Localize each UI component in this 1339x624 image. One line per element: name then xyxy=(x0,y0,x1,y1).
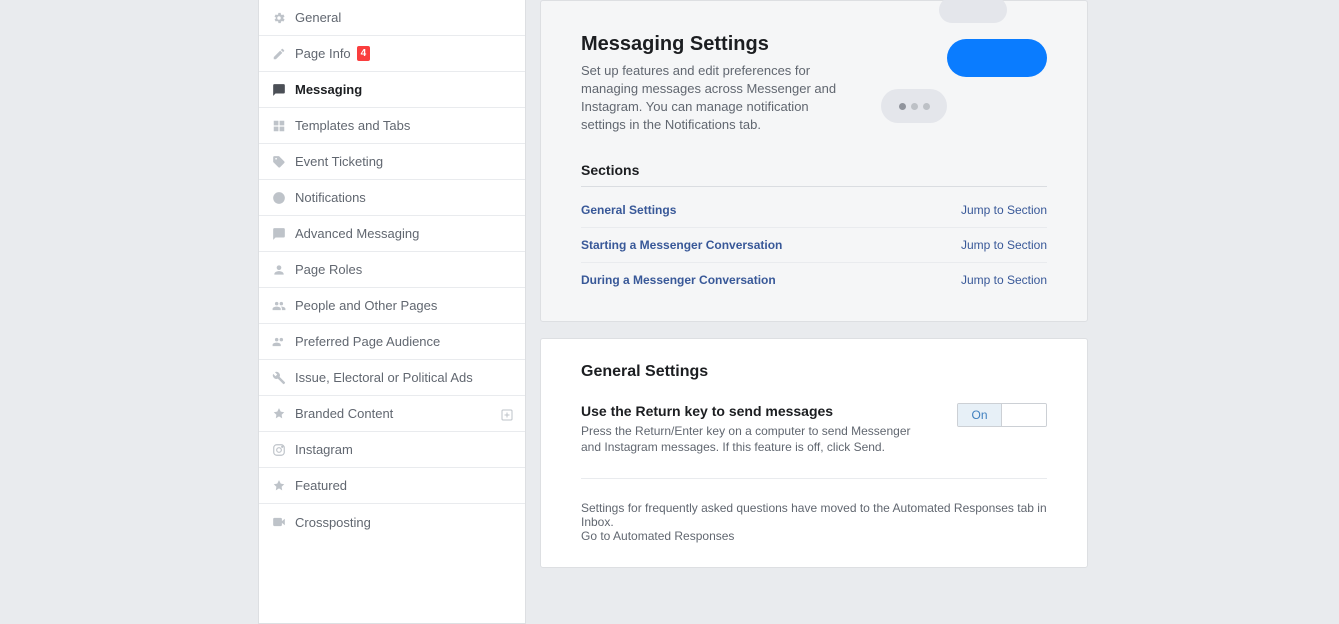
sidebar-item-political-ads[interactable]: Issue, Electoral or Political Ads xyxy=(259,360,525,396)
sidebar-item-featured[interactable]: Featured xyxy=(259,468,525,504)
grid-icon xyxy=(271,118,287,134)
toggle-on[interactable]: On xyxy=(958,404,1002,426)
sections-heading: Sections xyxy=(581,162,1047,187)
chat-icon xyxy=(271,82,287,98)
sidebar-item-messaging[interactable]: Messaging xyxy=(259,72,525,108)
sidebar-item-label: Page Info xyxy=(295,46,351,61)
jump-link[interactable]: Jump to Section xyxy=(961,238,1047,252)
faq-note-text: Settings for frequently asked questions … xyxy=(581,501,1047,529)
camera-icon xyxy=(271,514,287,530)
sidebar-item-label: Page Roles xyxy=(295,262,362,277)
sidebar-item-label: Instagram xyxy=(295,442,353,457)
sidebar-item-general[interactable]: General xyxy=(259,0,525,36)
section-link-starting[interactable]: Starting a Messenger Conversation xyxy=(581,238,782,252)
sidebar-item-templates-tabs[interactable]: Templates and Tabs xyxy=(259,108,525,144)
sidebar-item-page-roles[interactable]: Page Roles xyxy=(259,252,525,288)
section-row-during: During a Messenger Conversation Jump to … xyxy=(581,263,1047,297)
sidebar-item-preferred-audience[interactable]: Preferred Page Audience xyxy=(259,324,525,360)
globe-icon xyxy=(271,190,287,206)
sidebar-item-label: Issue, Electoral or Political Ads xyxy=(295,370,473,385)
sidebar-item-label: General xyxy=(295,10,341,25)
sidebar-item-notifications[interactable]: Notifications xyxy=(259,180,525,216)
main-content: Messaging Settings Set up features and e… xyxy=(540,0,1088,624)
setting-description: Press the Return/Enter key on a computer… xyxy=(581,423,933,456)
section-link-general[interactable]: General Settings xyxy=(581,203,676,217)
people-icon xyxy=(271,298,287,314)
sidebar-item-instagram[interactable]: Instagram xyxy=(259,432,525,468)
sidebar-item-label: Advanced Messaging xyxy=(295,226,419,241)
person-icon xyxy=(271,262,287,278)
pencil-icon xyxy=(271,46,287,62)
setting-label: Use the Return key to send messages xyxy=(581,403,933,419)
jump-link[interactable]: Jump to Section xyxy=(961,203,1047,217)
header-card: Messaging Settings Set up features and e… xyxy=(540,0,1088,322)
general-settings-heading: General Settings xyxy=(581,363,1047,381)
sidebar-item-label: Branded Content xyxy=(295,406,393,421)
sidebar-item-label: Event Ticketing xyxy=(295,154,383,169)
wrench-icon xyxy=(271,370,287,386)
sidebar-item-people-pages[interactable]: People and Other Pages xyxy=(259,288,525,324)
star-icon xyxy=(271,478,287,494)
section-row-general: General Settings Jump to Section xyxy=(581,193,1047,228)
sidebar-item-label: Featured xyxy=(295,478,347,493)
jump-link[interactable]: Jump to Section xyxy=(961,273,1047,287)
sidebar-item-advanced-messaging[interactable]: Advanced Messaging xyxy=(259,216,525,252)
toggle-off[interactable] xyxy=(1002,404,1046,426)
sidebar-item-branded-content[interactable]: Branded Content xyxy=(259,396,525,432)
instagram-icon xyxy=(271,442,287,458)
sidebar-item-page-info[interactable]: Page Info 4 xyxy=(259,36,525,72)
page-title: Messaging Settings xyxy=(581,33,853,56)
sidebar-item-label: Preferred Page Audience xyxy=(295,334,440,349)
tag-icon xyxy=(271,154,287,170)
page-description: Set up features and edit preferences for… xyxy=(581,62,853,134)
setting-return-key: Use the Return key to send messages Pres… xyxy=(581,403,1047,479)
section-row-starting: Starting a Messenger Conversation Jump t… xyxy=(581,228,1047,263)
setting-faq-note: Settings for frequently asked questions … xyxy=(581,501,1047,543)
sections-block: Sections General Settings Jump to Sectio… xyxy=(581,162,1047,297)
handshake-icon xyxy=(271,406,287,422)
general-settings-card: General Settings Use the Return key to s… xyxy=(540,338,1088,568)
sidebar-item-label: Templates and Tabs xyxy=(295,118,410,133)
sidebar-item-event-ticketing[interactable]: Event Ticketing xyxy=(259,144,525,180)
people-icon xyxy=(271,334,287,350)
return-key-toggle[interactable]: On xyxy=(957,403,1047,427)
add-icon xyxy=(501,406,513,421)
badge-count: 4 xyxy=(357,46,371,61)
automated-responses-link[interactable]: Go to Automated Responses xyxy=(581,529,1047,543)
gear-icon xyxy=(271,10,287,26)
chat-illustration xyxy=(877,3,1047,123)
chat-icon xyxy=(271,226,287,242)
sidebar-item-label: Notifications xyxy=(295,190,366,205)
settings-sidebar: General Page Info 4 Messaging Templates … xyxy=(258,0,526,624)
sidebar-item-label: Messaging xyxy=(295,82,362,97)
section-link-during[interactable]: During a Messenger Conversation xyxy=(581,273,776,287)
sidebar-item-label: People and Other Pages xyxy=(295,298,437,313)
sidebar-item-label: Crossposting xyxy=(295,515,371,530)
sidebar-item-crossposting[interactable]: Crossposting xyxy=(259,504,525,540)
